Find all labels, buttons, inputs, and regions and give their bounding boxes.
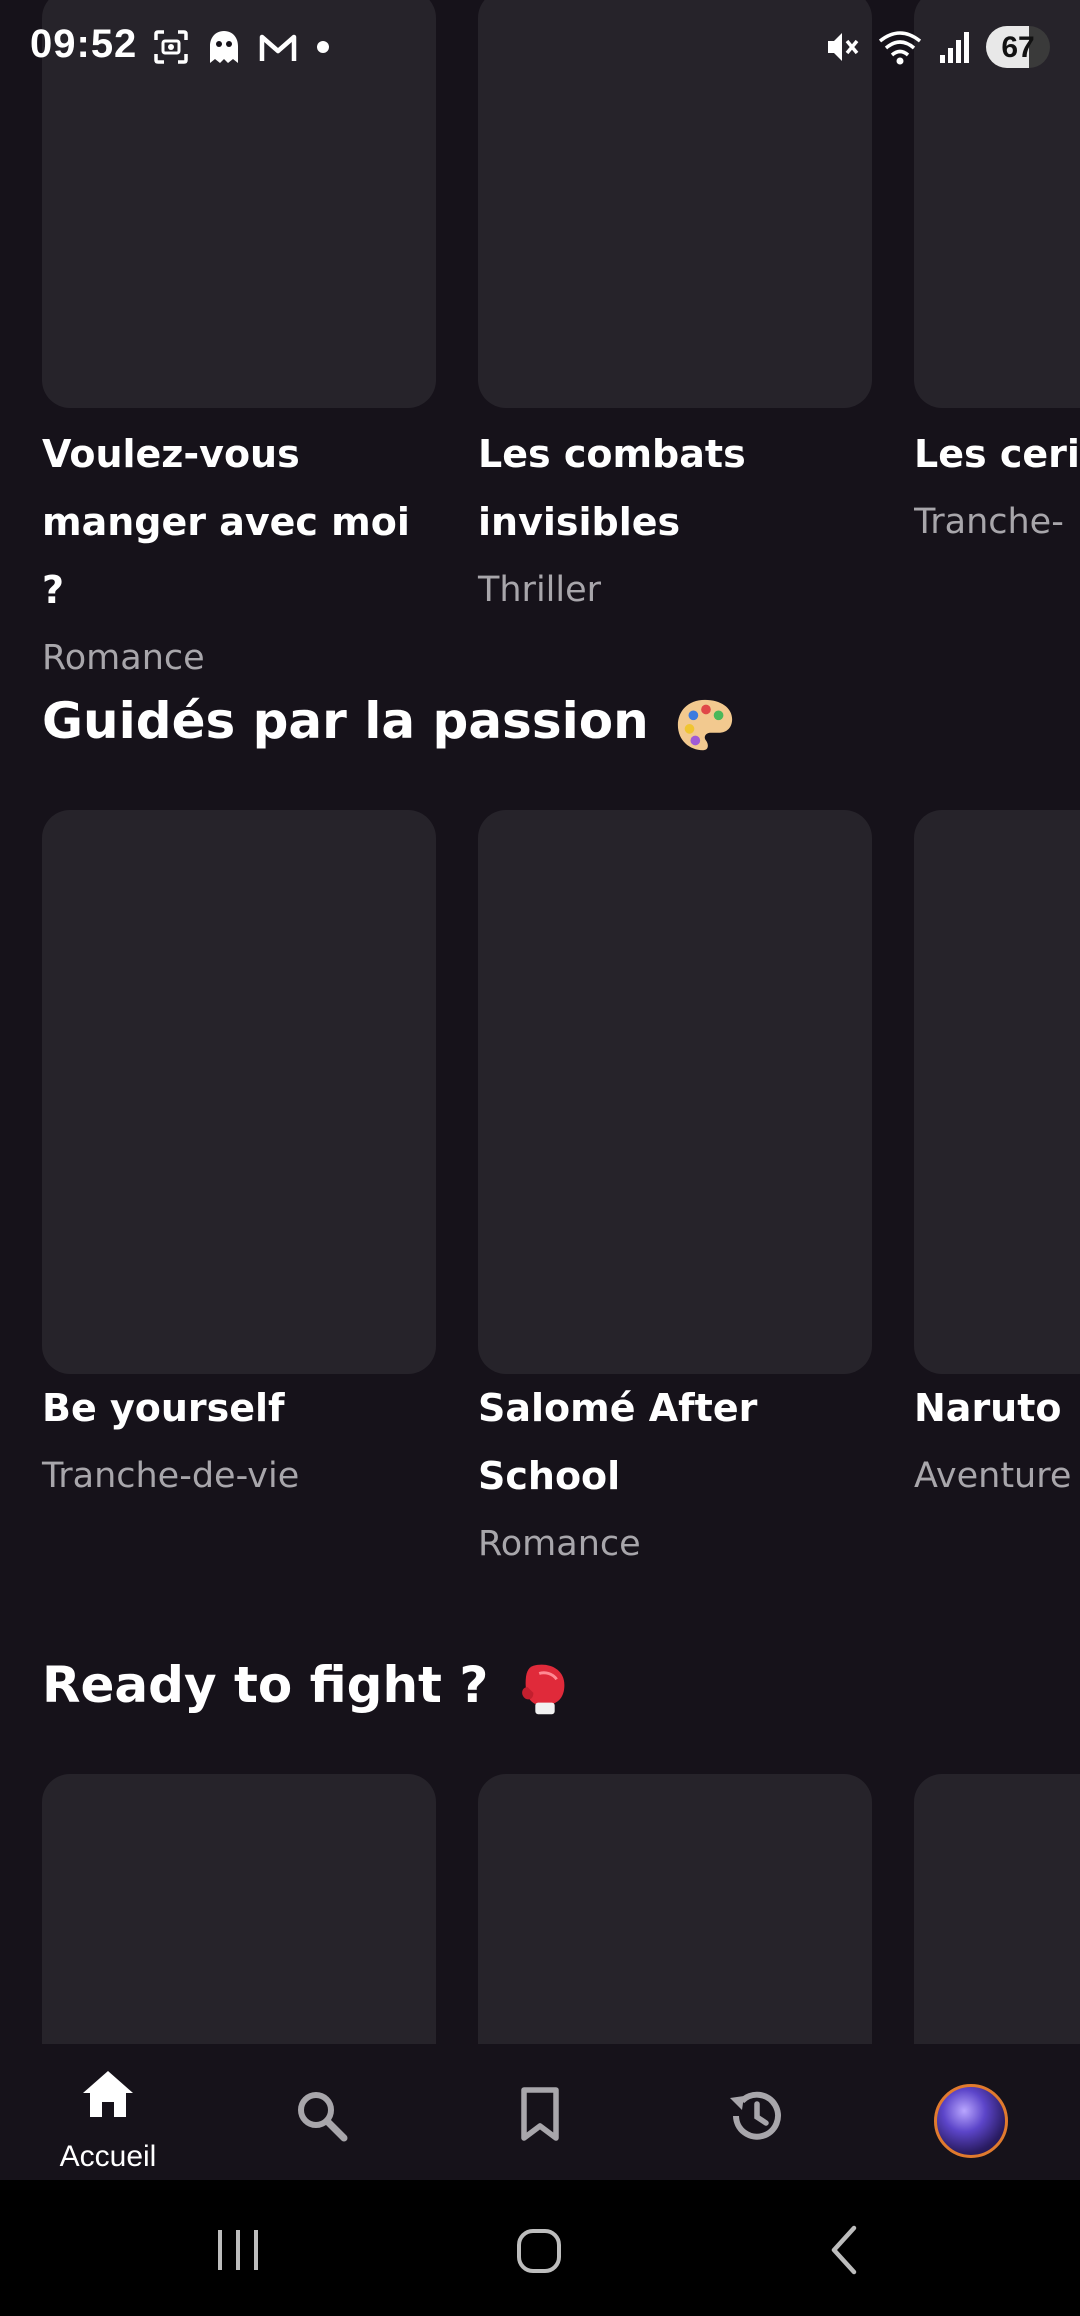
nav-search[interactable]: [216, 2044, 432, 2180]
screenshot-icon: [154, 30, 188, 64]
dot-icon: [317, 41, 329, 53]
story-genre: Aventure: [914, 1456, 1072, 1496]
story-genre: Thriller: [478, 570, 602, 610]
system-navigation-bar: [0, 2180, 1080, 2316]
status-system-icons: 67: [822, 26, 1050, 68]
profile-avatar[interactable]: [934, 2084, 1008, 2158]
section-title: Guidés par la passion: [42, 692, 736, 756]
nav-home[interactable]: Accueil: [0, 2044, 216, 2180]
story-card[interactable]: [42, 1774, 436, 2044]
story-title: Les ceris fleurisse: [914, 432, 1080, 476]
story-card[interactable]: Salomé After School Romance: [478, 810, 872, 1578]
wifi-icon: [878, 31, 922, 65]
story-cover[interactable]: [478, 1774, 872, 2044]
home-icon: [83, 2071, 133, 2117]
history-icon: [730, 2091, 781, 2140]
home-circle-icon: [517, 2229, 561, 2273]
story-cover[interactable]: [42, 1774, 436, 2044]
recents-icon: [218, 2230, 258, 2270]
section-title-text: Ready to fight ?: [42, 1656, 489, 1714]
story-genre: Tranche-de-vie: [42, 1456, 300, 1496]
back-icon: [831, 2225, 857, 2275]
story-card[interactable]: [914, 1774, 1080, 2044]
gmail-icon: [259, 34, 297, 61]
battery-indicator: 67: [986, 26, 1050, 68]
nav-bookmarks[interactable]: [432, 2044, 648, 2180]
story-card[interactable]: [478, 1774, 872, 2044]
boxing-glove-emoji-icon: [521, 1664, 565, 1714]
palette-emoji-icon: [677, 699, 733, 750]
nav-history[interactable]: [648, 2044, 864, 2180]
bottom-navigation: Accueil: [0, 2044, 1080, 2180]
story-cover[interactable]: [42, 810, 436, 1374]
ghost-icon: [210, 31, 238, 63]
story-cover[interactable]: [914, 810, 1080, 1374]
story-card[interactable]: Voulez-vous manger avec moi ? Romance: [42, 0, 436, 692]
mute-icon: [828, 33, 859, 61]
story-title: Naruto: [914, 1386, 1062, 1430]
signal-icon: [940, 32, 969, 63]
story-title: Voulez-vous manger avec moi ?: [42, 432, 410, 612]
recents-button[interactable]: [168, 2180, 308, 2316]
story-cover[interactable]: [478, 810, 872, 1374]
story-genre: Tranche-: [914, 502, 1064, 542]
story-card[interactable]: Naruto Aventure: [914, 810, 1080, 1510]
section-title: Ready to fight ?: [42, 1656, 576, 1720]
story-genre: Romance: [42, 638, 205, 678]
system-home-button[interactable]: [470, 2180, 610, 2316]
section-title-text: Guidés par la passion: [42, 692, 649, 750]
bookmark-icon: [521, 2087, 559, 2141]
search-icon: [298, 2092, 348, 2142]
story-cover[interactable]: [914, 1774, 1080, 2044]
story-title: Les combats invisibles: [478, 432, 746, 544]
story-title: Be yourself: [42, 1386, 285, 1430]
battery-level: 67: [1001, 31, 1035, 64]
status-notification-icons: [152, 28, 330, 66]
status-bar: 09:52 67: [0, 0, 1080, 96]
nav-home-label: Accueil: [59, 2140, 157, 2173]
home-feed[interactable]: Voulez-vous manger avec moi ? Romance Le…: [0, 0, 1080, 2044]
status-time: 09:52: [30, 22, 138, 66]
back-button[interactable]: [772, 2180, 912, 2316]
story-card[interactable]: Be yourself Tranche-de-vie: [42, 810, 436, 1510]
story-genre: Romance: [478, 1524, 641, 1564]
story-title: Salomé After School: [478, 1386, 758, 1498]
